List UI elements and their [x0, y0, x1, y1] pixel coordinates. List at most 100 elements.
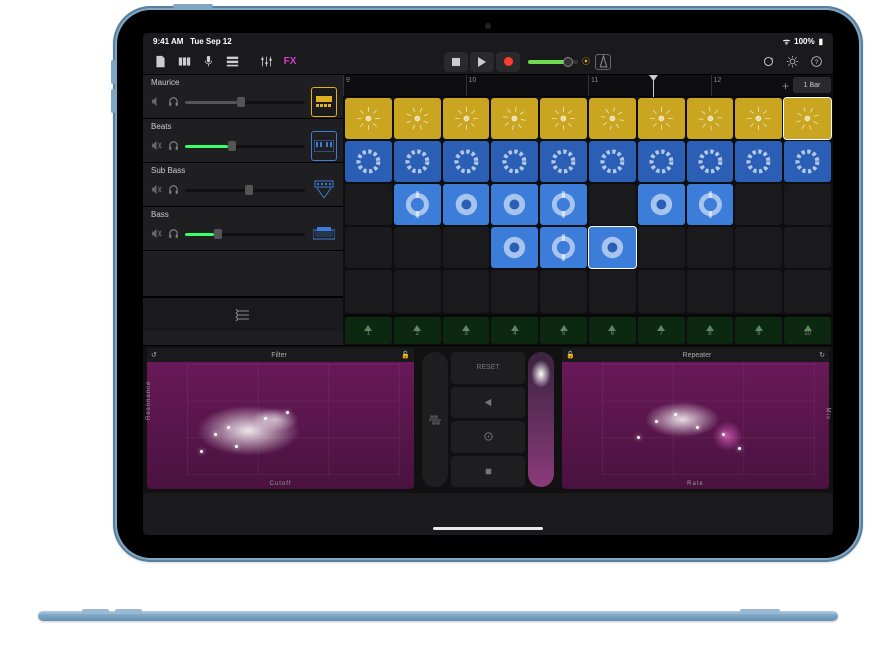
- loop-cell[interactable]: [687, 270, 734, 313]
- column-trigger[interactable]: 6: [589, 317, 636, 344]
- loop-cell[interactable]: [687, 98, 734, 139]
- reverse-button[interactable]: [451, 387, 525, 419]
- loop-cell[interactable]: [345, 227, 392, 268]
- loop-cell[interactable]: [589, 270, 636, 313]
- headphones-icon[interactable]: [168, 228, 179, 239]
- loop-cell[interactable]: [735, 184, 782, 225]
- xy-lock-icon[interactable]: 🔓: [566, 351, 575, 359]
- track-header-sub-bass[interactable]: Sub Bass: [143, 163, 343, 207]
- instrument-icon-synth-stand[interactable]: [311, 175, 337, 205]
- column-trigger[interactable]: 4: [491, 317, 538, 344]
- stop-button[interactable]: [444, 52, 468, 72]
- loop-cell[interactable]: [589, 141, 636, 182]
- mute-icon[interactable]: [151, 140, 162, 151]
- loop-cell[interactable]: [735, 141, 782, 182]
- column-trigger[interactable]: 9: [735, 317, 782, 344]
- loop-cell[interactable]: [394, 270, 441, 313]
- gate-slider[interactable]: [422, 352, 448, 487]
- loop-cell[interactable]: [638, 227, 685, 268]
- track-volume-slider[interactable]: [185, 181, 305, 199]
- track-volume-slider[interactable]: [185, 225, 305, 243]
- instrument-icon-synth[interactable]: [311, 219, 337, 249]
- track-volume-slider[interactable]: [185, 93, 305, 111]
- settings-button[interactable]: [781, 51, 803, 73]
- loop-cell[interactable]: [589, 227, 636, 268]
- loop-cell[interactable]: [394, 184, 441, 225]
- loop-cell[interactable]: [784, 184, 831, 225]
- fx-button[interactable]: FX: [279, 51, 301, 73]
- loop-cell[interactable]: [443, 184, 490, 225]
- mixer-button[interactable]: [255, 51, 277, 73]
- browser-button[interactable]: [173, 51, 195, 73]
- loop-cell[interactable]: [345, 184, 392, 225]
- loop-cell[interactable]: [540, 98, 587, 139]
- loop-cell[interactable]: [784, 227, 831, 268]
- column-trigger[interactable]: 3: [443, 317, 490, 344]
- column-trigger[interactable]: 5: [540, 317, 587, 344]
- loop-button[interactable]: [757, 51, 779, 73]
- track-header-beats[interactable]: Beats: [143, 119, 343, 163]
- column-trigger[interactable]: 2: [394, 317, 441, 344]
- track-volume-slider[interactable]: [185, 137, 305, 155]
- loop-cell[interactable]: [735, 270, 782, 313]
- timeline-ruler[interactable]: 9 10 11 12 + 1 Bar: [343, 75, 833, 97]
- loop-cell[interactable]: [345, 141, 392, 182]
- mute-icon[interactable]: [151, 184, 162, 195]
- tracks-view-button[interactable]: [221, 51, 243, 73]
- loop-cell[interactable]: [345, 98, 392, 139]
- loop-cell[interactable]: [540, 227, 587, 268]
- scratch-button[interactable]: [451, 421, 525, 453]
- loop-cell[interactable]: [443, 98, 490, 139]
- loop-cell[interactable]: [638, 184, 685, 225]
- headphones-icon[interactable]: [168, 96, 179, 107]
- loop-cell[interactable]: [491, 141, 538, 182]
- xy-pad-repeater[interactable]: 🔓 Repeater ↻ Rate Mix: [562, 350, 829, 489]
- loop-cell[interactable]: [638, 98, 685, 139]
- loop-cell[interactable]: [443, 141, 490, 182]
- loop-cell[interactable]: [443, 270, 490, 313]
- instrument-icon-keyboard[interactable]: [311, 131, 337, 161]
- xy-pad-filter[interactable]: ↺ Filter 🔓 Cutoff Resonance: [147, 350, 414, 489]
- track-header-maurice[interactable]: Maurice: [143, 75, 343, 119]
- home-indicator[interactable]: [433, 527, 543, 530]
- mic-button[interactable]: [197, 51, 219, 73]
- loop-cell[interactable]: [784, 98, 831, 139]
- headphones-icon[interactable]: [168, 140, 179, 151]
- help-button[interactable]: ?: [805, 51, 827, 73]
- zoom-in-button[interactable]: +: [782, 79, 789, 93]
- loop-cell[interactable]: [638, 270, 685, 313]
- loop-cell[interactable]: [443, 227, 490, 268]
- mute-icon[interactable]: [151, 96, 162, 107]
- downsample-slider[interactable]: [528, 352, 554, 487]
- column-trigger[interactable]: 10: [784, 317, 831, 344]
- loop-cell[interactable]: [687, 227, 734, 268]
- loop-cell[interactable]: [784, 270, 831, 313]
- scene-launch-all-button[interactable]: [143, 297, 343, 331]
- loop-cell[interactable]: [540, 270, 587, 313]
- column-trigger[interactable]: 1: [345, 317, 392, 344]
- loop-cell[interactable]: [735, 98, 782, 139]
- bar-length-selector[interactable]: 1 Bar: [793, 77, 831, 93]
- metronome-button[interactable]: [592, 51, 614, 73]
- headphones-icon[interactable]: [168, 184, 179, 195]
- loop-cell[interactable]: [491, 270, 538, 313]
- new-project-button[interactable]: [149, 51, 171, 73]
- loop-cell[interactable]: [687, 141, 734, 182]
- loop-cell[interactable]: [540, 184, 587, 225]
- loop-cell[interactable]: [735, 227, 782, 268]
- loop-cell[interactable]: [687, 184, 734, 225]
- loop-cell[interactable]: [540, 141, 587, 182]
- loop-cell[interactable]: [589, 98, 636, 139]
- loop-cell[interactable]: [589, 184, 636, 225]
- loop-cell[interactable]: [491, 227, 538, 268]
- mute-icon[interactable]: [151, 228, 162, 239]
- loop-cell[interactable]: [394, 141, 441, 182]
- loop-cell[interactable]: [638, 141, 685, 182]
- loop-cell[interactable]: [394, 98, 441, 139]
- loop-cell[interactable]: [491, 98, 538, 139]
- playhead[interactable]: [653, 75, 654, 97]
- column-trigger[interactable]: 7: [638, 317, 685, 344]
- instrument-icon-drum-machine[interactable]: [311, 87, 337, 117]
- loop-cell[interactable]: [345, 270, 392, 313]
- master-volume[interactable]: ⦿: [528, 56, 590, 67]
